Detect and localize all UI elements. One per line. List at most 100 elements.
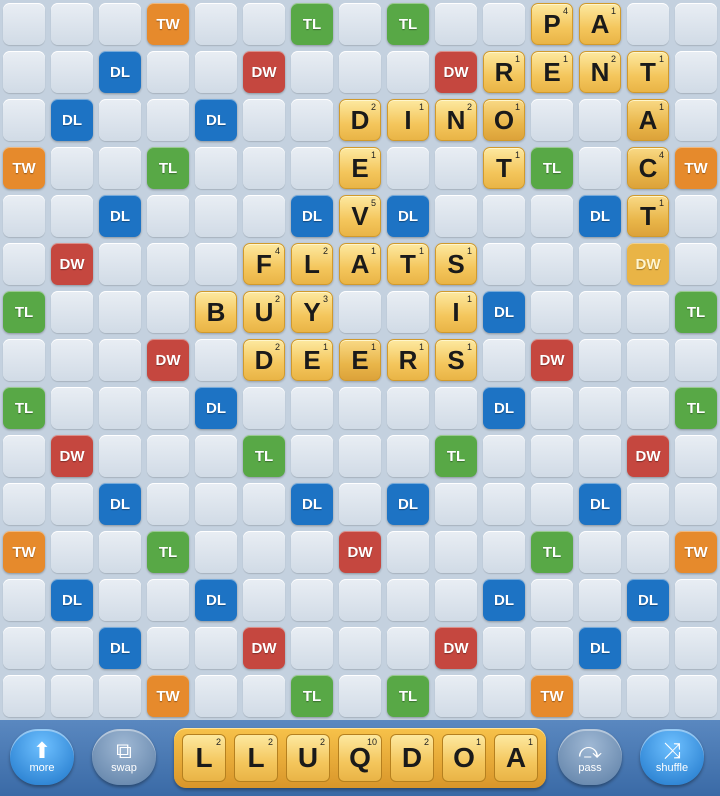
- board-tile[interactable]: T1: [627, 51, 669, 93]
- bonus-square-dl[interactable]: DL: [99, 195, 141, 237]
- board-tile[interactable]: T1: [627, 195, 669, 237]
- bonus-square-dl[interactable]: DL: [195, 579, 237, 621]
- bonus-square-tw[interactable]: TW: [531, 675, 573, 717]
- empty-square[interactable]: [387, 51, 429, 93]
- bonus-square-tl[interactable]: TL: [147, 531, 189, 573]
- empty-square[interactable]: [147, 483, 189, 525]
- bonus-square-dl[interactable]: DL: [579, 627, 621, 669]
- empty-square[interactable]: [243, 3, 285, 45]
- empty-square[interactable]: [51, 675, 93, 717]
- empty-square[interactable]: [291, 99, 333, 141]
- empty-square[interactable]: [675, 243, 717, 285]
- empty-square[interactable]: [531, 435, 573, 477]
- bonus-square-tw[interactable]: TW: [675, 147, 717, 189]
- empty-square[interactable]: [483, 483, 525, 525]
- empty-square[interactable]: [483, 195, 525, 237]
- empty-square[interactable]: [339, 291, 381, 333]
- empty-square[interactable]: [147, 99, 189, 141]
- bonus-square-dl[interactable]: DL: [99, 51, 141, 93]
- empty-square[interactable]: [387, 579, 429, 621]
- board-tile[interactable]: E1: [291, 339, 333, 381]
- bonus-square-tl[interactable]: TL: [147, 147, 189, 189]
- empty-square[interactable]: [579, 339, 621, 381]
- bonus-square-tw[interactable]: TW: [3, 147, 45, 189]
- bonus-square-dl[interactable]: DL: [51, 579, 93, 621]
- empty-square[interactable]: [483, 3, 525, 45]
- empty-square[interactable]: [3, 675, 45, 717]
- bonus-square-dl[interactable]: DL: [195, 99, 237, 141]
- empty-square[interactable]: [99, 531, 141, 573]
- bonus-square-tl[interactable]: TL: [387, 3, 429, 45]
- empty-square[interactable]: [483, 627, 525, 669]
- empty-square[interactable]: [483, 531, 525, 573]
- empty-square[interactable]: [675, 627, 717, 669]
- empty-square[interactable]: [99, 675, 141, 717]
- empty-square[interactable]: [435, 3, 477, 45]
- empty-square[interactable]: [147, 387, 189, 429]
- empty-square[interactable]: [51, 483, 93, 525]
- empty-square[interactable]: [531, 387, 573, 429]
- empty-square[interactable]: [675, 579, 717, 621]
- board-tile[interactable]: P4: [531, 3, 573, 45]
- bonus-square-tl[interactable]: TL: [291, 3, 333, 45]
- empty-square[interactable]: [531, 579, 573, 621]
- empty-square[interactable]: [675, 435, 717, 477]
- bonus-square-dw[interactable]: DW: [51, 243, 93, 285]
- bonus-square-tl[interactable]: TL: [3, 387, 45, 429]
- board-tile[interactable]: U2: [243, 291, 285, 333]
- board-tile[interactable]: F4: [243, 243, 285, 285]
- empty-square[interactable]: [195, 531, 237, 573]
- rack-tile[interactable]: O1: [442, 734, 486, 782]
- bonus-square-tw[interactable]: TW: [147, 3, 189, 45]
- empty-square[interactable]: [243, 387, 285, 429]
- bonus-square-dl[interactable]: DL: [579, 195, 621, 237]
- empty-square[interactable]: [3, 339, 45, 381]
- bonus-square-dw[interactable]: DW: [243, 627, 285, 669]
- empty-square[interactable]: [195, 483, 237, 525]
- bonus-square-dl[interactable]: DL: [627, 579, 669, 621]
- bonus-square-tl[interactable]: TL: [531, 531, 573, 573]
- board-tile[interactable]: I1: [435, 291, 477, 333]
- bonus-square-tl[interactable]: TL: [531, 147, 573, 189]
- empty-square[interactable]: [435, 483, 477, 525]
- board-tile[interactable]: O1: [483, 99, 525, 141]
- empty-square[interactable]: [99, 99, 141, 141]
- board-tile[interactable]: T1: [387, 243, 429, 285]
- rack-tile[interactable]: U2: [286, 734, 330, 782]
- empty-square[interactable]: [339, 627, 381, 669]
- empty-square[interactable]: [195, 627, 237, 669]
- bonus-square-dl[interactable]: DL: [99, 483, 141, 525]
- empty-square[interactable]: [51, 3, 93, 45]
- bonus-square-dl[interactable]: DL: [483, 291, 525, 333]
- empty-square[interactable]: [579, 387, 621, 429]
- empty-square[interactable]: [291, 435, 333, 477]
- bonus-square-dw[interactable]: DW: [51, 435, 93, 477]
- empty-square[interactable]: [51, 195, 93, 237]
- empty-square[interactable]: [339, 387, 381, 429]
- empty-square[interactable]: [195, 147, 237, 189]
- empty-square[interactable]: [3, 3, 45, 45]
- empty-square[interactable]: [675, 3, 717, 45]
- empty-square[interactable]: [291, 627, 333, 669]
- empty-square[interactable]: [627, 627, 669, 669]
- empty-square[interactable]: [51, 51, 93, 93]
- bonus-square-tw[interactable]: TW: [3, 531, 45, 573]
- empty-square[interactable]: [531, 195, 573, 237]
- bonus-square-dl[interactable]: DL: [579, 483, 621, 525]
- empty-square[interactable]: [387, 531, 429, 573]
- bonus-square-dl[interactable]: DL: [291, 483, 333, 525]
- empty-square[interactable]: [99, 147, 141, 189]
- bonus-square-tl[interactable]: TL: [291, 675, 333, 717]
- empty-square[interactable]: [675, 675, 717, 717]
- board-tile[interactable]: A1: [579, 3, 621, 45]
- empty-square[interactable]: [51, 387, 93, 429]
- empty-square[interactable]: [243, 147, 285, 189]
- empty-square[interactable]: [627, 291, 669, 333]
- rack-tile[interactable]: Q 10: [338, 734, 382, 782]
- empty-square[interactable]: [483, 243, 525, 285]
- empty-square[interactable]: [435, 675, 477, 717]
- empty-square[interactable]: [147, 195, 189, 237]
- swap-button[interactable]: ⧉ swap: [92, 729, 156, 785]
- rack-tile[interactable]: L2: [182, 734, 226, 782]
- board-tile[interactable]: E1: [339, 147, 381, 189]
